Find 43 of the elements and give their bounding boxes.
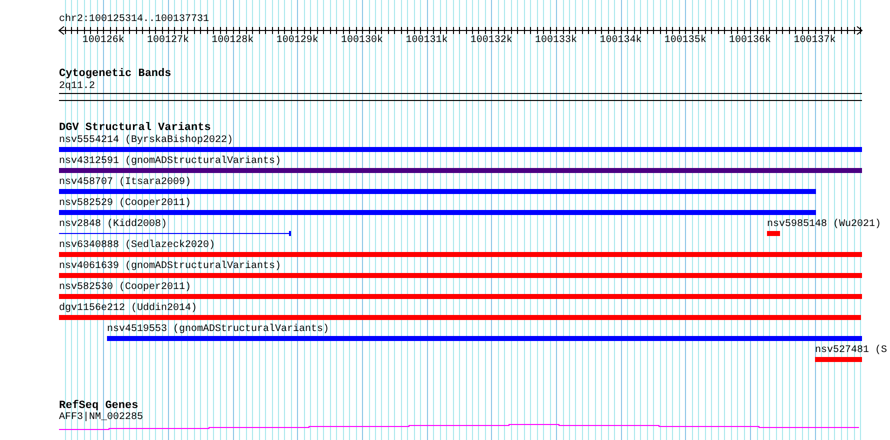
ruler-label: 100134k xyxy=(598,35,643,47)
track-title: RefSeq Genes xyxy=(59,400,138,412)
variant-bar[interactable] xyxy=(59,315,861,320)
variant-bar[interactable] xyxy=(815,357,862,362)
variant-bar[interactable] xyxy=(59,252,862,257)
gene-label[interactable]: AFF3|NM_002285 xyxy=(59,412,144,424)
variant-label[interactable]: nsv4519553 (gnomADStructuralVariants) xyxy=(107,324,330,336)
variant-label[interactable]: nsv4312591 (gnomADStructuralVariants) xyxy=(59,156,282,168)
variant-label[interactable]: dgv1156e212 (Uddin2014) xyxy=(59,303,198,315)
ruler-label: 100137k xyxy=(792,35,837,47)
variant-bar[interactable] xyxy=(767,231,780,236)
gene-line[interactable] xyxy=(59,424,862,431)
ruler-label: 100130k xyxy=(340,35,384,47)
variant-bar[interactable] xyxy=(59,189,816,194)
ruler-label: 100126k xyxy=(81,35,126,47)
ruler-label: 100131k xyxy=(404,35,449,47)
variant-label[interactable]: nsv5554214 (ByrskaBishop2022) xyxy=(59,135,234,147)
location-label: chr2:100125314..100137731 xyxy=(59,14,210,26)
track-title: DGV Structural Variants xyxy=(59,122,211,134)
variant-bar[interactable] xyxy=(59,210,816,215)
ruler-label: 100136k xyxy=(728,35,772,47)
variant-line[interactable] xyxy=(59,231,291,236)
ruler-label: 100135k xyxy=(663,35,708,47)
variant-label[interactable]: nsv582529 (Cooper2011) xyxy=(59,198,192,210)
ruler-label: 100133k xyxy=(534,35,578,47)
variant-bar[interactable] xyxy=(107,336,862,341)
variant-label[interactable]: nsv2848 (Kidd2008) xyxy=(59,219,168,231)
variant-label[interactable]: nsv4061639 (gnomADStructuralVariants) xyxy=(59,261,282,273)
variant-label[interactable]: nsv6340888 (Sedlazeck2020) xyxy=(59,240,216,252)
band-label: 2q11.2 xyxy=(59,81,96,93)
variant-bar[interactable] xyxy=(59,294,862,299)
ruler-label: 100129k xyxy=(275,35,320,47)
variant-bar[interactable] xyxy=(59,147,862,152)
variant-bar[interactable] xyxy=(59,273,862,278)
variant-bar[interactable] xyxy=(59,168,862,173)
track-title: Cytogenetic Bands xyxy=(59,68,172,80)
variant-label[interactable]: nsv5985148 (Wu2021) xyxy=(767,219,882,231)
ruler-label: 100128k xyxy=(210,35,255,47)
variant-label[interactable]: nsv582530 (Cooper2011) xyxy=(59,282,192,294)
ruler-label: 100127k xyxy=(146,35,190,47)
variant-label[interactable]: nsv458707 (Itsara2009) xyxy=(59,177,192,189)
variant-label[interactable]: nsv527481 (S xyxy=(815,345,888,357)
ruler-label: 100132k xyxy=(469,35,514,47)
